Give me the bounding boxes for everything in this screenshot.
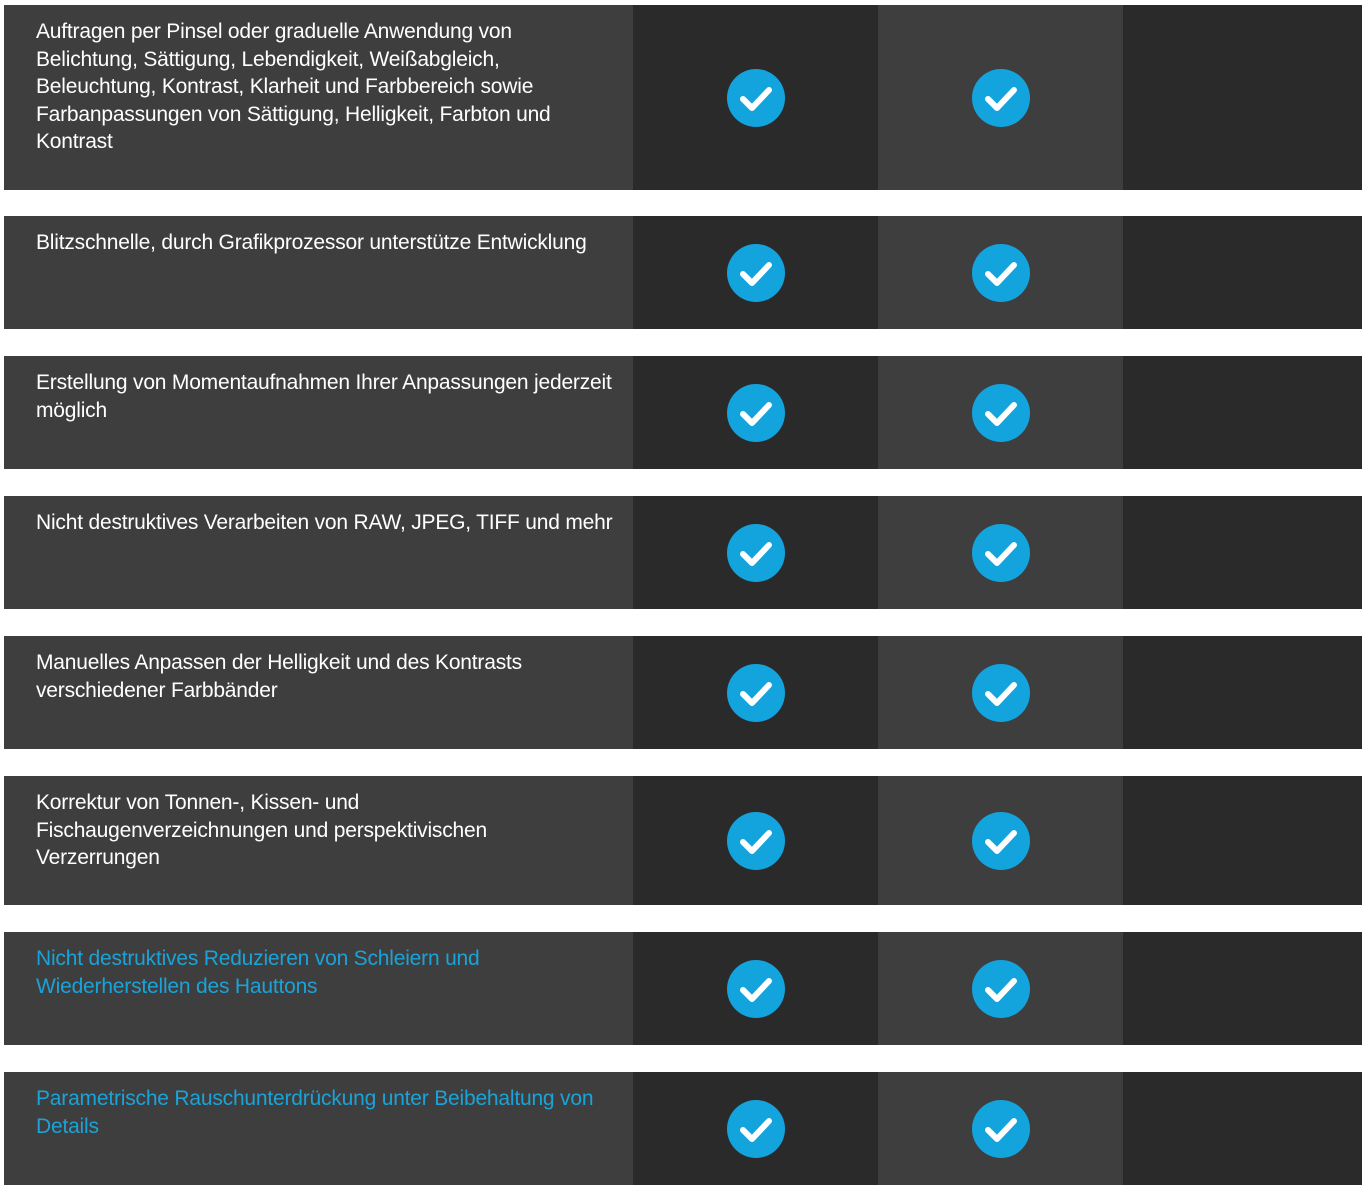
check-circle-icon [726, 959, 785, 1018]
product-1-cell [633, 1072, 878, 1185]
table-row: Manuelles Anpassen der Helligkeit und de… [4, 636, 1362, 749]
check-circle-icon [726, 811, 785, 870]
product-1-cell [633, 356, 878, 469]
feature-label-link[interactable]: Parametrische Rauschunterdrückung unter … [4, 1072, 633, 1185]
feature-label: Nicht destruktives Verarbeiten von RAW, … [4, 496, 633, 609]
product-1-cell [633, 776, 878, 905]
check-circle-icon [971, 663, 1030, 722]
check-circle-icon [971, 1099, 1030, 1158]
product-3-cell [1123, 1072, 1362, 1185]
product-2-cell [878, 776, 1123, 905]
product-3-cell [1123, 216, 1362, 329]
product-3-cell [1123, 496, 1362, 609]
table-row: Parametrische Rauschunterdrückung unter … [4, 1072, 1362, 1185]
product-2-cell [878, 1072, 1123, 1185]
check-circle-icon [971, 68, 1030, 127]
product-2-cell [878, 356, 1123, 469]
product-2-cell [878, 932, 1123, 1045]
product-3-cell [1123, 776, 1362, 905]
feature-label: Auftragen per Pinsel oder graduelle Anwe… [4, 5, 633, 190]
check-circle-icon [971, 959, 1030, 1018]
product-1-cell [633, 932, 878, 1045]
table-row: Auftragen per Pinsel oder graduelle Anwe… [4, 5, 1362, 190]
feature-label: Erstellung von Momentaufnahmen Ihrer Anp… [4, 356, 633, 469]
product-3-cell [1123, 932, 1362, 1045]
table-row: Nicht destruktives Verarbeiten von RAW, … [4, 496, 1362, 609]
table-row: Nicht destruktives Reduzieren von Schlei… [4, 932, 1362, 1045]
table-row: Korrektur von Tonnen-, Kissen- und Fisch… [4, 776, 1362, 905]
feature-label: Korrektur von Tonnen-, Kissen- und Fisch… [4, 776, 633, 905]
check-circle-icon [726, 243, 785, 302]
product-2-cell [878, 496, 1123, 609]
product-3-cell [1123, 356, 1362, 469]
product-1-cell [633, 636, 878, 749]
table-row: Blitzschnelle, durch Grafikprozessor unt… [4, 216, 1362, 329]
check-circle-icon [971, 523, 1030, 582]
check-circle-icon [971, 811, 1030, 870]
table-row: Erstellung von Momentaufnahmen Ihrer Anp… [4, 356, 1362, 469]
check-circle-icon [726, 1099, 785, 1158]
product-1-cell [633, 216, 878, 329]
check-circle-icon [726, 68, 785, 127]
product-1-cell [633, 5, 878, 190]
product-2-cell [878, 5, 1123, 190]
check-circle-icon [726, 663, 785, 722]
product-2-cell [878, 216, 1123, 329]
feature-label: Manuelles Anpassen der Helligkeit und de… [4, 636, 633, 749]
product-1-cell [633, 496, 878, 609]
product-3-cell [1123, 5, 1362, 190]
product-3-cell [1123, 636, 1362, 749]
feature-label: Blitzschnelle, durch Grafikprozessor unt… [4, 216, 633, 329]
check-circle-icon [971, 243, 1030, 302]
check-circle-icon [726, 523, 785, 582]
product-2-cell [878, 636, 1123, 749]
check-circle-icon [971, 383, 1030, 442]
check-circle-icon [726, 383, 785, 442]
feature-label-link[interactable]: Nicht destruktives Reduzieren von Schlei… [4, 932, 633, 1045]
